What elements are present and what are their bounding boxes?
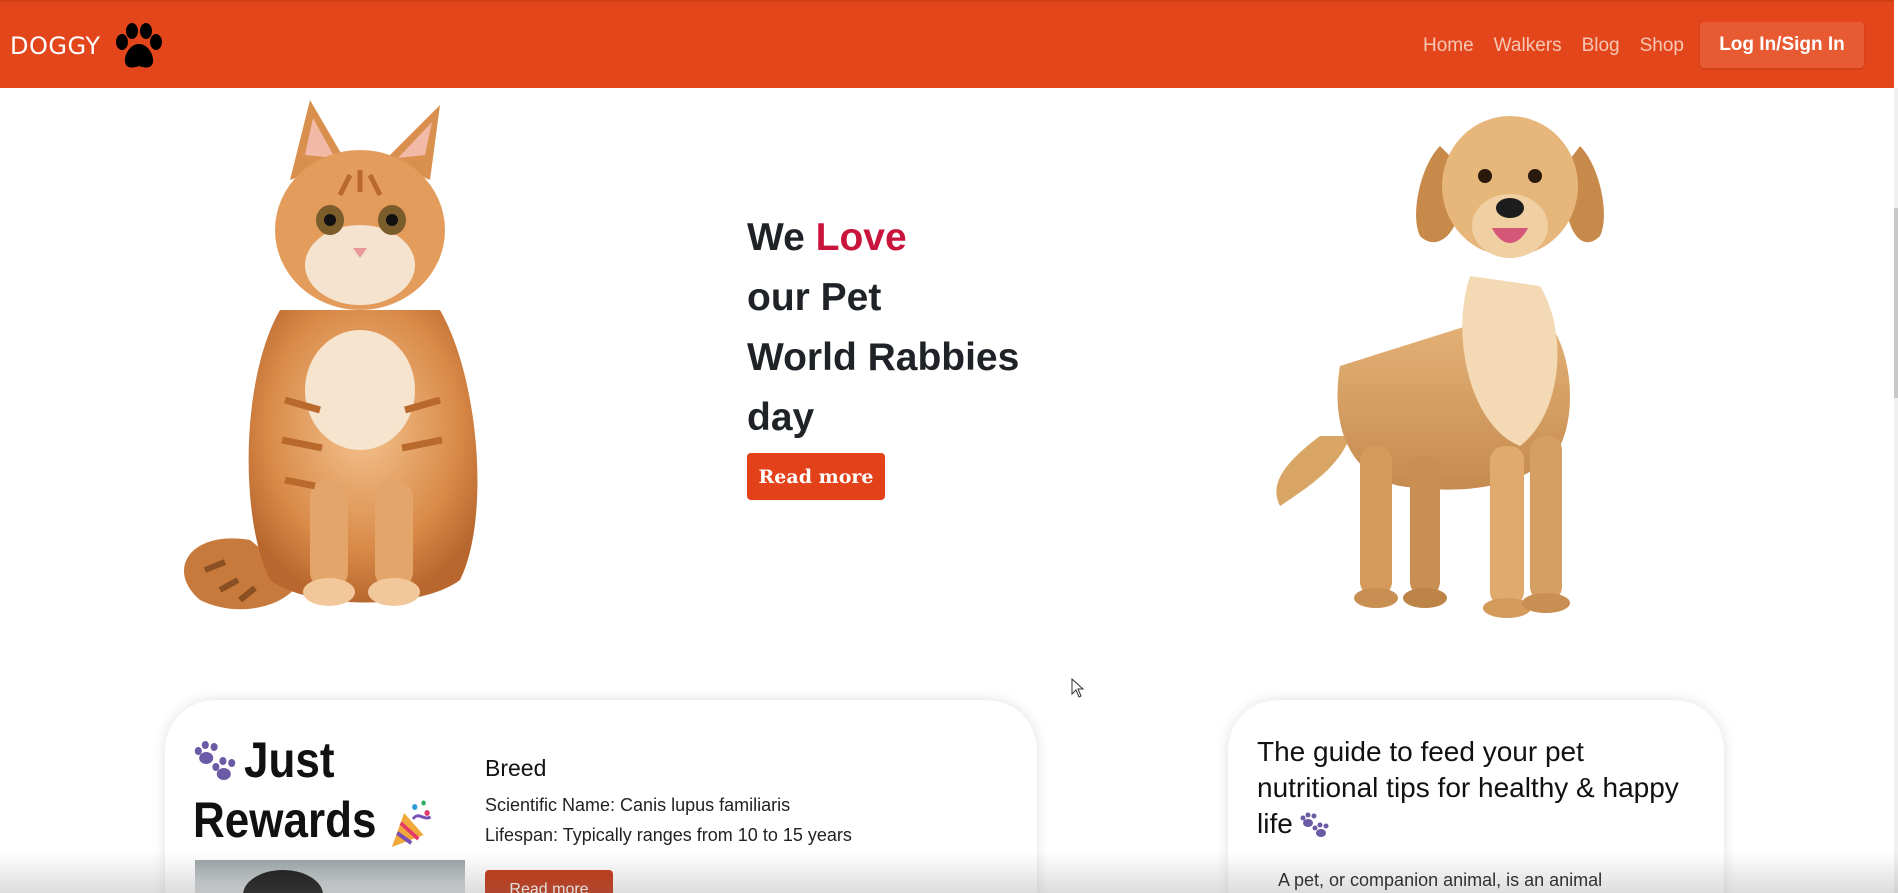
headline-line-3: World Rabbies (747, 336, 1020, 379)
breed-heading: Breed (485, 755, 547, 781)
party-popper-icon (392, 800, 432, 847)
nav-links: Home Walkers Blog Shop (1423, 35, 1684, 57)
lifespan-text: Lifespan: Typically ranges from 10 to 15… (485, 825, 852, 845)
dog-thumbnail-head (243, 870, 323, 893)
nav-link-walkers[interactable]: Walkers (1494, 35, 1562, 57)
feeding-guide-card: The guide to feed your pet nutritional t… (1228, 700, 1724, 893)
hero-headline: We Love our Pet World Rabbies day (747, 208, 1019, 448)
login-signin-button[interactable]: Log In/Sign In (1700, 22, 1864, 68)
rewards-title-line1: Just (244, 732, 335, 788)
brand-name[interactable]: DOGGY (10, 32, 101, 60)
dog-thumbnail-image (195, 860, 465, 893)
scientific-name-text: Scientific Name: Canis lupus familiaris (485, 795, 791, 815)
hero-section: We Love our Pet World Rabbies day Read m… (0, 88, 1898, 648)
headline-we: We (747, 216, 816, 259)
page-scrollbar[interactable] (1894, 88, 1898, 893)
paws-icon (1300, 812, 1329, 837)
headline-love: Love (815, 216, 907, 259)
kitten-image (184, 100, 478, 610)
top-navbar: DOGGY Home Walkers Blog Shop Log In/Sign… (0, 0, 1894, 88)
breed-read-more-button[interactable]: Read more (485, 870, 613, 893)
golden-retriever-image (1276, 116, 1604, 618)
nav-link-home[interactable]: Home (1423, 35, 1474, 57)
rewards-title: Just Rewards (193, 730, 435, 850)
paws-icon (194, 740, 236, 780)
mouse-cursor-icon (1071, 678, 1085, 698)
headline-line-1: We Love (747, 208, 1019, 268)
nav-link-blog[interactable]: Blog (1582, 35, 1620, 57)
paw-icon[interactable] (112, 22, 166, 72)
guide-title: The guide to feed your pet nutritional t… (1257, 734, 1687, 842)
scrollbar-thumb[interactable] (1894, 208, 1898, 398)
nav-link-shop[interactable]: Shop (1640, 35, 1684, 57)
hero-read-more-button[interactable]: Read more (747, 453, 885, 500)
headline-line-2: our Pet (747, 276, 882, 319)
guide-body-text: A pet, or companion animal, is an animal (1278, 870, 1603, 890)
rewards-title-line2: Rewards (193, 792, 377, 848)
headline-line-4: day (747, 396, 815, 439)
rewards-breed-card: Just Rewards Breed Scientific Name: Cani… (165, 700, 1037, 893)
